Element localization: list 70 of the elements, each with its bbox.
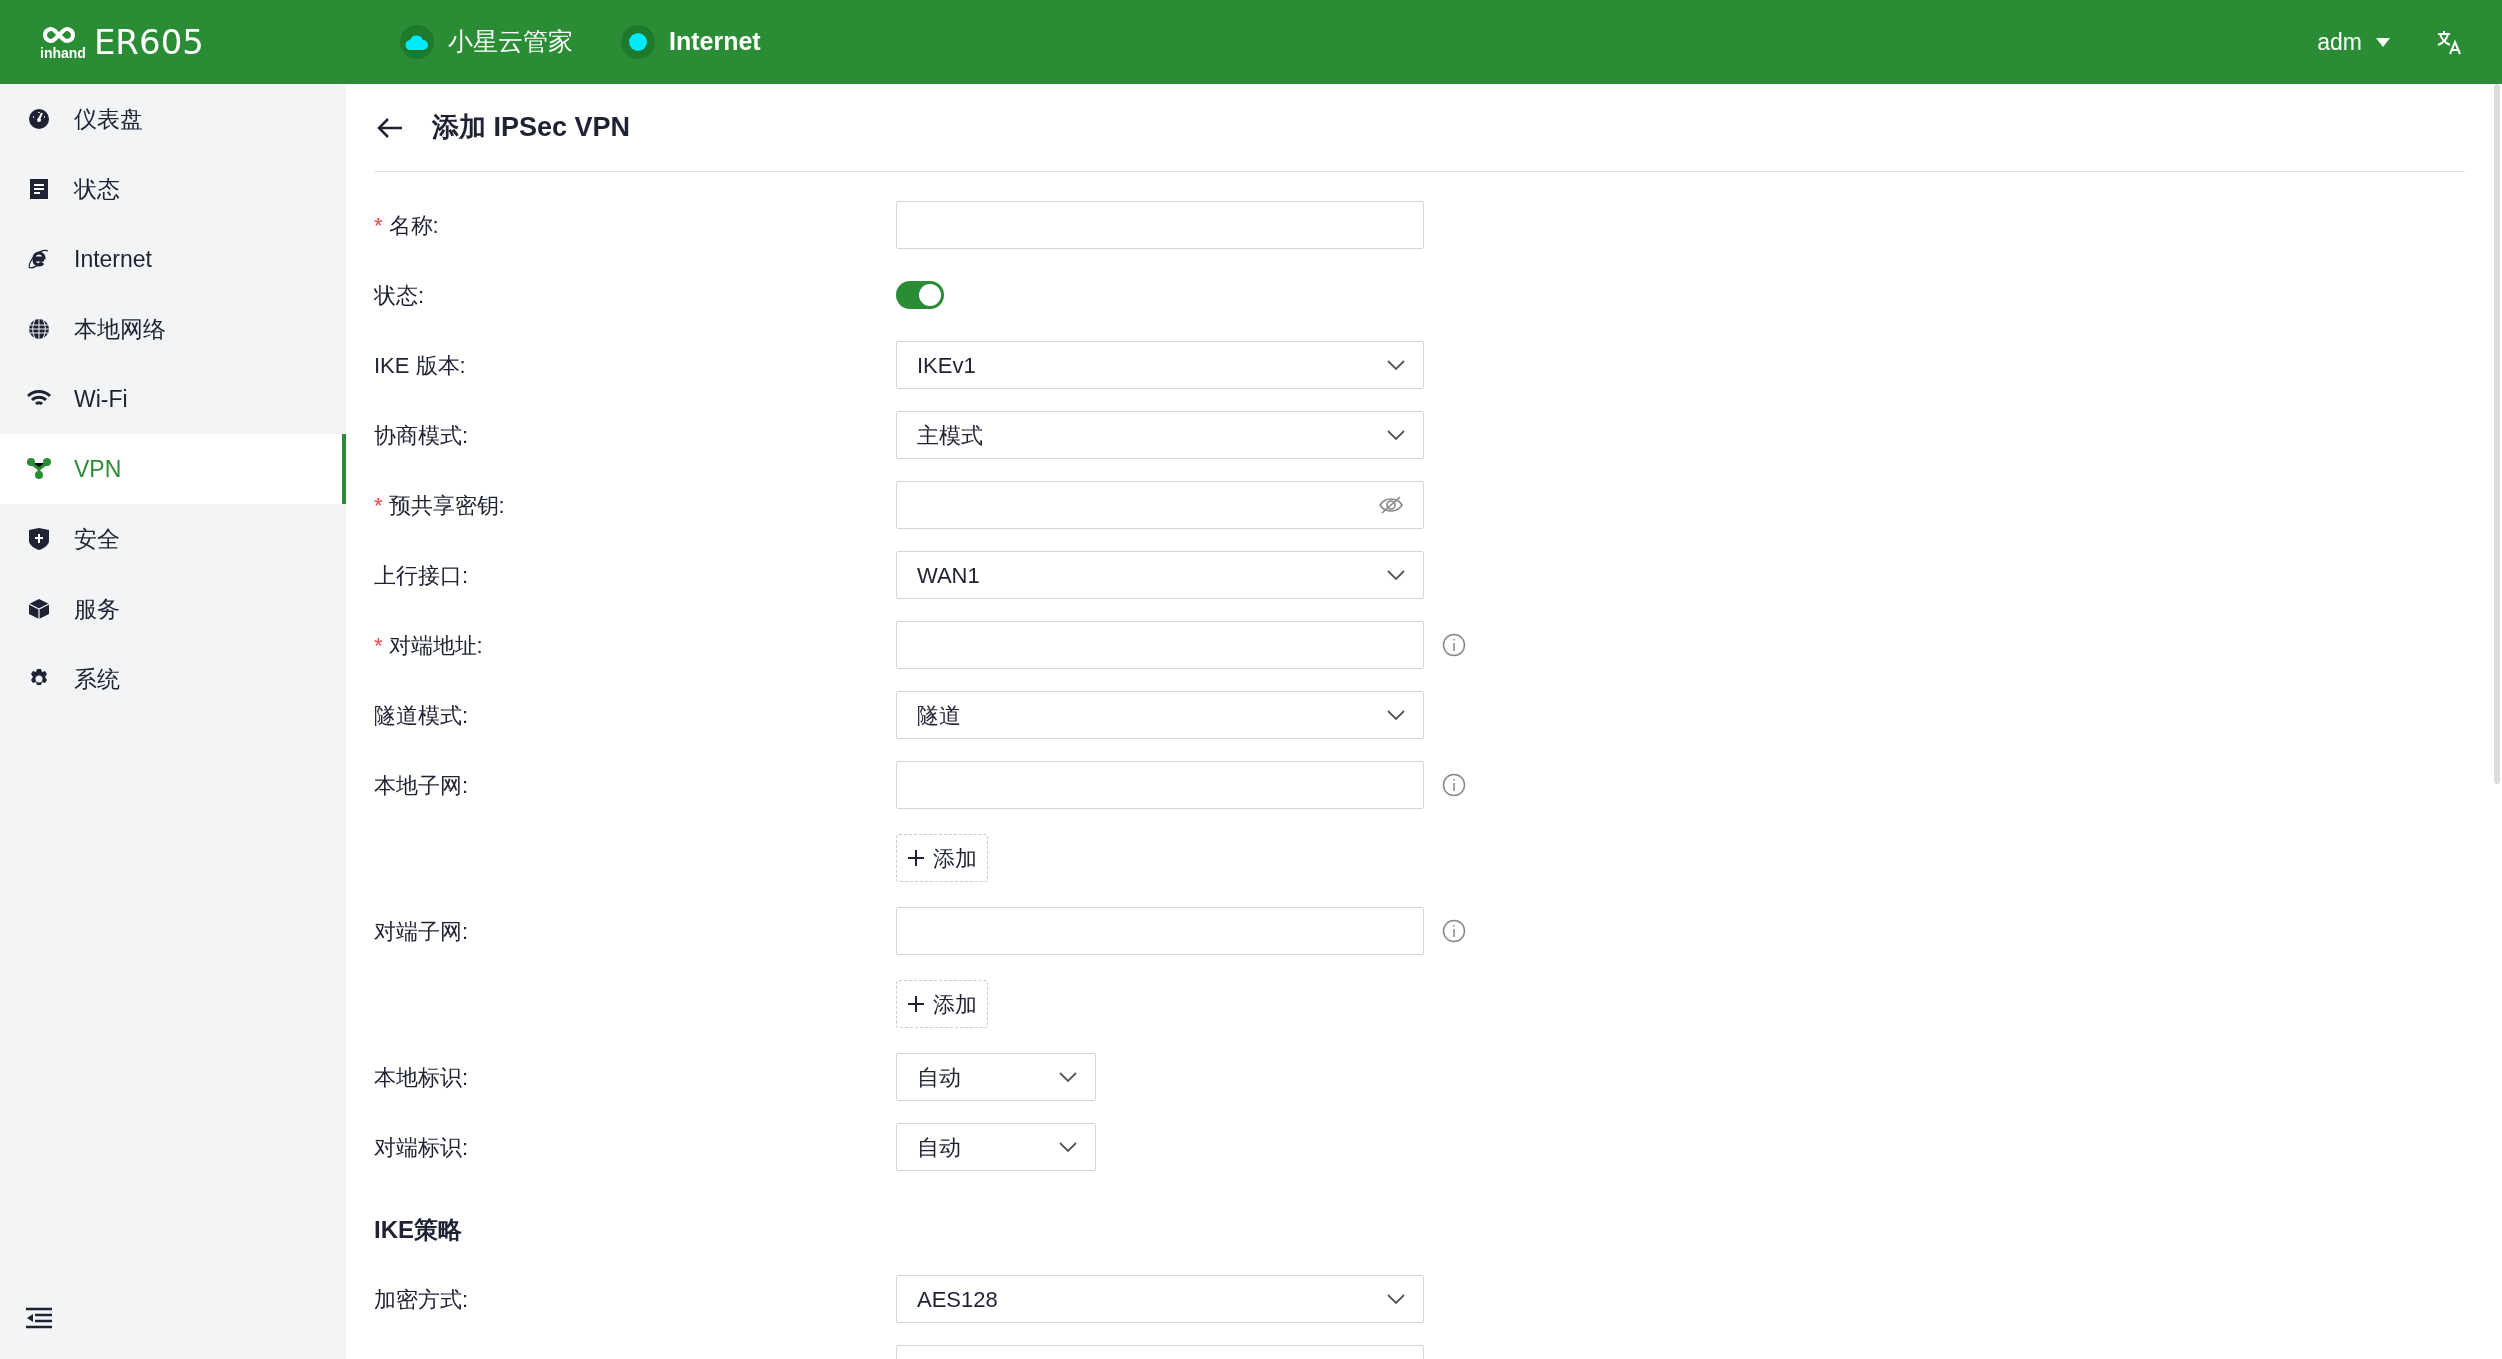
chevron-down-icon <box>1387 360 1405 370</box>
text-field[interactable] <box>896 907 1424 955</box>
product-name: ER605 <box>93 20 204 64</box>
dropdown[interactable]: 自动 <box>896 1053 1096 1101</box>
translate-icon[interactable] <box>2436 29 2462 55</box>
text-field[interactable] <box>896 761 1424 809</box>
field-label: 本地子网: <box>374 771 469 800</box>
field-label: 上行接口: <box>374 561 469 590</box>
dropdown[interactable]: 主模式 <box>896 411 1424 459</box>
text-field[interactable] <box>896 621 1424 669</box>
sidebar-item[interactable]: 状态 <box>0 154 346 224</box>
dashboard-icon <box>26 108 52 130</box>
section-heading: IKE策略 <box>374 1215 463 1245</box>
field-label: 状态: <box>374 281 425 310</box>
sidebar-item[interactable]: Wi-Fi <box>0 364 346 434</box>
status-label: Internet <box>669 26 761 58</box>
field-label: 对端子网: <box>374 917 469 946</box>
add-button[interactable]: 添加 <box>896 834 988 882</box>
page-title: 添加 IPSec VPN <box>432 111 631 145</box>
required-mark: * <box>374 211 383 240</box>
dropdown[interactable]: AES128 <box>896 1275 1424 1323</box>
eye-slash-icon[interactable] <box>1379 495 1403 515</box>
chevron-down-icon <box>1387 570 1405 580</box>
plus-icon <box>907 849 925 867</box>
info-icon[interactable] <box>1442 633 1466 657</box>
cloud-icon <box>400 25 434 59</box>
dropdown[interactable]: 自动 <box>896 1123 1096 1171</box>
dropdown[interactable]: 隧道 <box>896 691 1424 739</box>
field-label: 预共享密钥: <box>388 491 505 520</box>
field-label: 对端标识: <box>374 1133 469 1162</box>
chevron-down-icon <box>1387 430 1405 440</box>
user-menu[interactable]: adm <box>2317 24 2390 60</box>
info-icon[interactable] <box>1442 919 1466 943</box>
field-label: 隧道模式: <box>374 701 469 730</box>
chevron-down-icon <box>1387 710 1405 720</box>
text-field[interactable] <box>896 201 1424 249</box>
field-label: 协商模式: <box>374 421 469 450</box>
info-icon[interactable] <box>1442 773 1466 797</box>
toggle-switch[interactable] <box>896 281 944 309</box>
sidebar-item[interactable]: 本地网络 <box>0 294 346 364</box>
add-button[interactable]: 添加 <box>896 980 988 1028</box>
field-label: 加密方式: <box>374 1285 469 1314</box>
sidebar-item[interactable]: Internet <box>0 224 346 294</box>
dropdown[interactable]: WAN1 <box>896 551 1424 599</box>
collapse-menu-icon[interactable] <box>26 1307 52 1329</box>
chevron-down-icon <box>1059 1072 1077 1082</box>
required-mark: * <box>374 491 383 520</box>
field-label: 本地标识: <box>374 1063 469 1092</box>
dropdown[interactable]: IKEv1 <box>896 341 1424 389</box>
required-mark: * <box>374 631 383 660</box>
brand-text: inhand <box>40 46 86 60</box>
scrollbar[interactable] <box>2494 84 2500 784</box>
field-label: 对端地址: <box>388 631 483 660</box>
chevron-down-icon <box>1059 1142 1077 1152</box>
status-label: 小星云管家 <box>448 26 573 58</box>
field-label: IKE 版本: <box>374 351 466 380</box>
sidebar-item[interactable]: 仪表盘 <box>0 84 346 154</box>
sidebar-item[interactable]: 安全 <box>0 504 346 574</box>
cube-icon <box>26 598 52 620</box>
field-label: 名称: <box>388 211 439 240</box>
sidebar-item[interactable]: 系统 <box>0 644 346 714</box>
globe-icon <box>26 318 52 340</box>
plus-icon <box>907 995 925 1013</box>
network-node-icon <box>26 458 52 480</box>
sidebar-item[interactable]: 服务 <box>0 574 346 644</box>
password-field[interactable] <box>896 481 1424 529</box>
shield-icon <box>26 527 52 551</box>
chevron-down-icon <box>1387 1294 1405 1304</box>
caret-icon <box>2376 37 2390 47</box>
sidebar-item[interactable]: VPN <box>0 434 346 504</box>
